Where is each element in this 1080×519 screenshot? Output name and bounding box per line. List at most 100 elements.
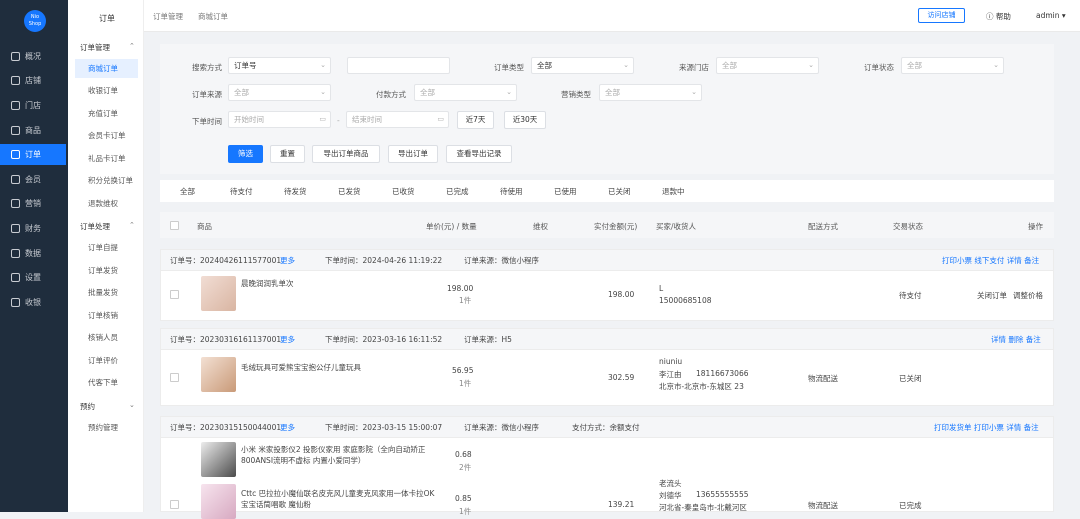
subitem-review[interactable]: 订单评价	[75, 351, 138, 370]
subitem-refund[interactable]: 退款维权	[75, 194, 138, 213]
subitem-recharge-order[interactable]: 充值订单	[75, 104, 138, 123]
more-link[interactable]: 更多	[280, 255, 295, 266]
chevron-up-icon: ⌃	[129, 221, 135, 229]
tab-all[interactable]: 全部	[180, 186, 195, 197]
tab-closed[interactable]: 已关闭	[608, 186, 631, 197]
breadcrumb-order-manage[interactable]: 订单管理	[153, 11, 183, 22]
shop-icon	[11, 76, 20, 85]
goods-icon	[11, 126, 20, 135]
order-no: 订单号：20230315150044001	[170, 423, 282, 432]
visit-store-button[interactable]: 访问店铺	[918, 8, 965, 23]
tab-unpaid[interactable]: 待支付	[230, 186, 253, 197]
source-select[interactable]: 全部 ⌄	[228, 84, 331, 101]
more-link[interactable]: 更多	[280, 334, 295, 345]
tab-to-use[interactable]: 待使用	[500, 186, 523, 197]
subitem-cashier-order[interactable]: 收银订单	[75, 81, 138, 100]
store-icon	[11, 101, 20, 110]
user-menu[interactable]: admin ▾	[1036, 11, 1066, 20]
filter-button[interactable]: 筛选	[228, 145, 263, 163]
pay-type: 支付方式：余额支付	[572, 423, 640, 432]
subitem-giftcard-order[interactable]: 礼品卡订单	[75, 149, 138, 168]
product-name[interactable]: 小米 米家投影仪2 投影仪家用 家庭影院（全向自动矫正 800ANSI流明不虚标…	[241, 444, 437, 466]
buyer-nickname[interactable]: niuniu	[659, 357, 682, 366]
adjust-price-link[interactable]: 调整价格	[1013, 290, 1043, 301]
th-delivery: 配送方式	[808, 222, 838, 231]
chevron-down-icon: ⌄	[320, 88, 326, 96]
subitem-points-order[interactable]: 积分兑换订单	[75, 171, 138, 190]
nav-settings[interactable]: 设置	[0, 267, 66, 288]
reset-button[interactable]: 重置	[270, 145, 305, 163]
pay-label: 付款方式	[376, 90, 406, 99]
help-link[interactable]: ⓘ 帮助	[986, 11, 1011, 22]
paid-amount: 139.21	[608, 500, 635, 509]
subitem-proxy-order[interactable]: 代客下单	[75, 373, 138, 392]
chevron-down-icon: ⌄	[129, 401, 135, 409]
calendar-icon: ▭	[437, 115, 444, 123]
order-icon	[11, 150, 20, 159]
nav-store[interactable]: 门店	[0, 95, 66, 116]
subitem-batch-ship[interactable]: 批量发货	[75, 283, 138, 302]
nav-shop[interactable]: 店铺	[0, 70, 66, 91]
nav-order[interactable]: 订单	[0, 144, 66, 165]
order-actions[interactable]: 打印发货单 打印小票 详情 备注	[934, 422, 1039, 433]
export-record-button[interactable]: 查看导出记录	[446, 145, 512, 163]
order-checkbox[interactable]	[170, 373, 179, 382]
subitem-ship[interactable]: 订单发货	[75, 261, 138, 280]
order-no: 订单号：20240426111577001	[170, 256, 282, 265]
subitem-verify[interactable]: 订单核销	[75, 306, 138, 325]
tab-completed[interactable]: 已完成	[446, 186, 469, 197]
select-all-checkbox[interactable]	[170, 221, 179, 230]
order-actions[interactable]: 详情 删除 备注	[991, 334, 1041, 345]
delivery-method: 物流配送	[808, 374, 838, 383]
marketing-select[interactable]: 全部 ⌄	[599, 84, 702, 101]
order-checkbox[interactable]	[170, 290, 179, 299]
nav-finance[interactable]: 财务	[0, 218, 66, 239]
product-name[interactable]: 晨晚润润乳单次	[241, 278, 294, 289]
search-type-select[interactable]: 订单号 ⌄	[228, 57, 331, 74]
buyer-name: 刘德华	[659, 491, 682, 500]
nav-data[interactable]: 数据	[0, 243, 66, 264]
nav-overview[interactable]: 概况	[0, 46, 66, 67]
pay-select[interactable]: 全部 ⌄	[414, 84, 517, 101]
last-30-days-button[interactable]: 近30天	[504, 111, 546, 129]
tab-used[interactable]: 已使用	[554, 186, 577, 197]
subitem-pickup[interactable]: 订单自提	[75, 238, 138, 257]
order-actions[interactable]: 打印小票 线下支付 详情 备注	[942, 255, 1039, 266]
subitem-mall-order[interactable]: 商城订单	[75, 59, 138, 78]
tab-refunding[interactable]: 退款中	[662, 186, 685, 197]
tab-shipped[interactable]: 已发货	[338, 186, 361, 197]
export-order-button[interactable]: 导出订单	[388, 145, 438, 163]
order-type-select[interactable]: 全部 ⌄	[531, 57, 634, 74]
order-checkbox[interactable]	[170, 500, 179, 509]
nav-goods[interactable]: 商品	[0, 120, 66, 141]
subitem-booking-manage[interactable]: 预约管理	[75, 418, 138, 437]
tab-to-ship[interactable]: 待发货	[284, 186, 307, 197]
group-order-process[interactable]: 订单处理	[80, 221, 110, 232]
more-link[interactable]: 更多	[280, 422, 295, 433]
th-price-qty: 单价(元) / 数量	[426, 222, 477, 231]
export-goods-button[interactable]: 导出订单商品	[312, 145, 380, 163]
nav-marketing[interactable]: 营销	[0, 193, 66, 214]
end-time-input[interactable]: 结束时间 ▭	[346, 111, 449, 128]
tab-received[interactable]: 已收货	[392, 186, 415, 197]
paid-amount: 198.00	[608, 290, 635, 299]
store-label: 来源门店	[679, 63, 709, 72]
caret-down-icon: ▾	[1061, 11, 1066, 20]
start-time-input[interactable]: 开始时间 ▭	[228, 111, 331, 128]
search-input[interactable]	[347, 57, 450, 74]
product-name[interactable]: Cttc 巴拉拉小魔仙联名皮克风儿童麦克风家用一体卡拉OK宝宝话筒唱歌 魔仙粉	[241, 488, 437, 510]
nav-cashier[interactable]: 收银	[0, 292, 66, 313]
status-select[interactable]: 全部 ⌄	[901, 57, 1004, 74]
group-order-manage[interactable]: 订单管理	[80, 42, 110, 53]
group-booking[interactable]: 预约	[80, 401, 95, 412]
close-order-link[interactable]: 关闭订单	[977, 290, 1007, 301]
trade-status: 已关闭	[899, 374, 922, 383]
subitem-verifier[interactable]: 核销人员	[75, 328, 138, 347]
nav-member[interactable]: 会员	[0, 169, 66, 190]
product-name[interactable]: 毛绒玩具可爱熊宝宝抱公仔儿童玩具	[241, 362, 361, 373]
store-select[interactable]: 全部 ⌄	[716, 57, 819, 74]
buyer-nickname[interactable]: 老流头	[659, 478, 682, 489]
subitem-membercard-order[interactable]: 会员卡订单	[75, 126, 138, 145]
buyer-address: 北京市-北京市-东城区 23	[659, 382, 744, 391]
last-7-days-button[interactable]: 近7天	[457, 111, 494, 129]
